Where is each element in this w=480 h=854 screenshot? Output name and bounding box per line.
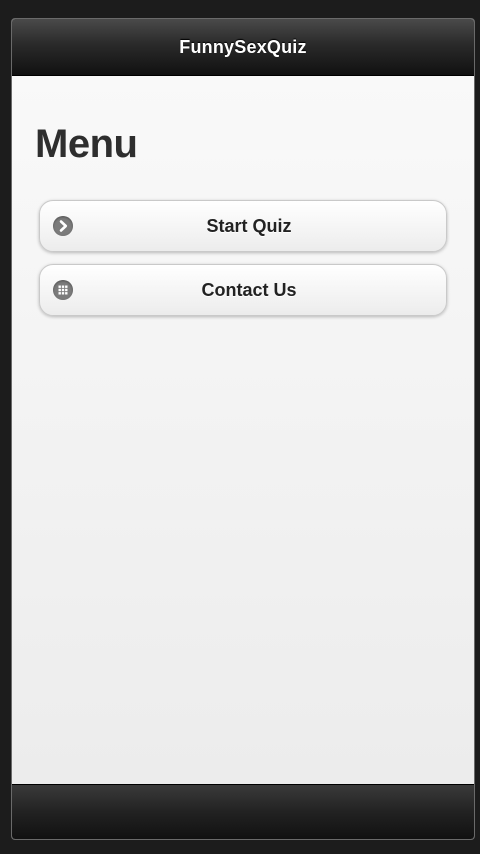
header-bar: FunnySexQuiz: [12, 19, 474, 76]
page-title: Menu: [35, 122, 138, 166]
grid-icon: [53, 280, 73, 300]
app-frame: FunnySexQuiz Menu Start Quiz Contact Us: [11, 18, 475, 840]
contact-us-button[interactable]: Contact Us: [39, 264, 447, 316]
contact-us-label: Contact Us: [201, 279, 297, 300]
start-quiz-label: Start Quiz: [206, 215, 292, 236]
content-area: Menu Start Quiz Contact Us: [12, 76, 474, 785]
app-title: FunnySexQuiz: [179, 36, 307, 57]
footer-bar: [12, 784, 474, 839]
start-quiz-button[interactable]: Start Quiz: [39, 200, 447, 252]
arrow-right-icon: [53, 216, 73, 236]
